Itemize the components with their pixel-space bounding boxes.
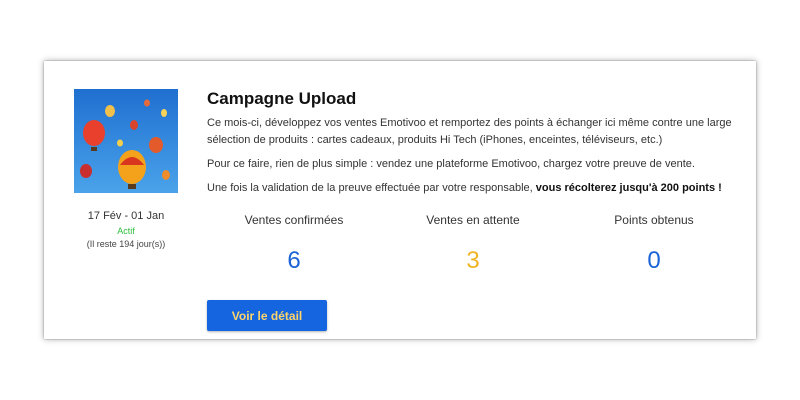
stat-label: Ventes en attente <box>426 213 520 227</box>
reward-text-bold: vous récolterez jusqu'à 200 points ! <box>535 182 722 194</box>
stat-value: 0 <box>647 247 661 274</box>
campaign-instructions: Pour ce faire, rien de plus simple : ven… <box>207 158 695 170</box>
reward-text-prefix: Une fois la validation de la preuve effe… <box>207 182 536 194</box>
stat-pending-sales: Ventes en attente 3 <box>383 213 563 275</box>
campaign-title: Campagne Upload <box>207 89 357 108</box>
stat-label: Ventes confirmées <box>244 213 344 227</box>
campaign-content: Campagne Upload Ce mois-ci, développez v… <box>207 89 747 331</box>
stat-points-earned: Points obtenus 0 <box>564 213 744 275</box>
campaign-stats: Ventes confirmées 6 Ventes en attente 3 … <box>207 213 747 283</box>
campaign-card: 17 Fév - 01 Jan Actif (Il reste 194 jour… <box>44 61 756 339</box>
stat-value: 3 <box>466 247 480 274</box>
campaign-dates: 17 Fév - 01 Jan <box>87 210 165 222</box>
stat-label: Points obtenus <box>614 213 694 227</box>
campaign-sidebar: 17 Fév - 01 Jan Actif (Il reste 194 jour… <box>74 89 178 249</box>
campaign-description: Ce mois-ci, développez vos ventes Emotiv… <box>207 117 732 146</box>
remaining-days: (Il reste 194 jour(s)) <box>86 239 166 249</box>
status-label: Actif <box>117 226 135 236</box>
stat-confirmed-sales: Ventes confirmées 6 <box>204 213 384 275</box>
stat-value: 6 <box>287 247 301 274</box>
hot-air-balloons-image <box>74 89 178 193</box>
view-details-button[interactable]: Voir le détail <box>207 300 327 331</box>
campaign-reward-text: Une fois la validation de la preuve effe… <box>207 180 747 197</box>
